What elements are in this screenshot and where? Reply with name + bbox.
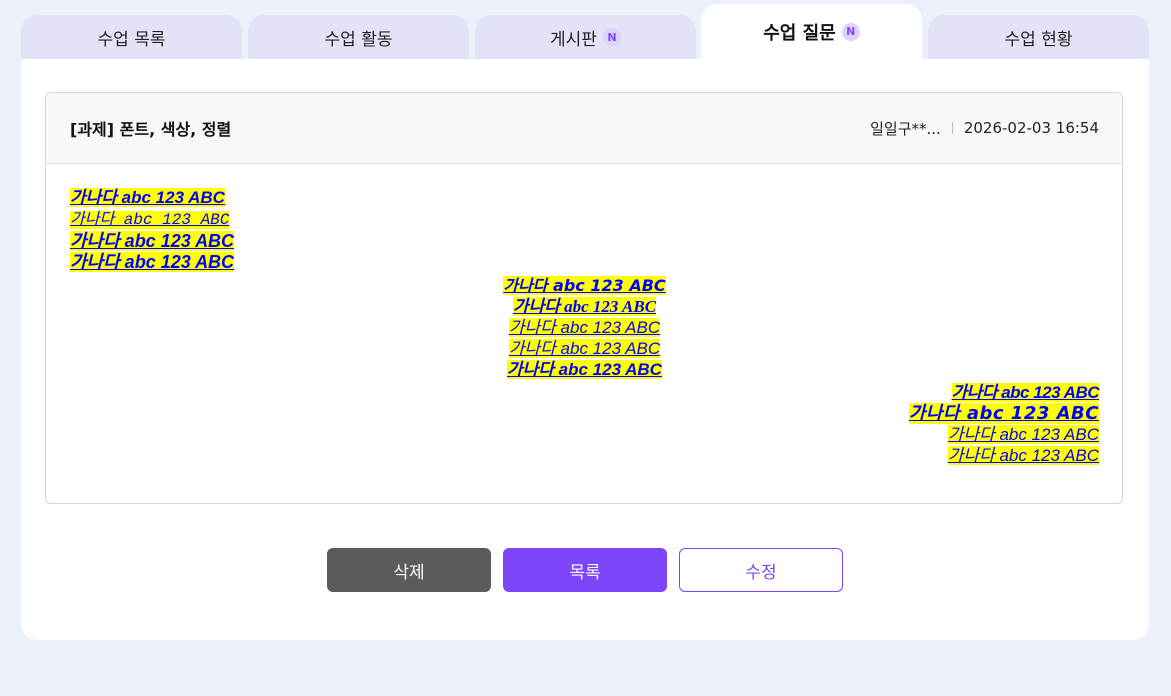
sample-text: 가나다 abc 123 ABC (503, 276, 666, 295)
tab-label: 게시판 (550, 29, 597, 50)
tab-class-list[interactable]: 수업 목록 (21, 15, 242, 59)
tab-label: 수업 질문 (763, 22, 836, 44)
post-meta: 일일구**... 2026-02-03 16:54 (870, 118, 1099, 139)
action-buttons: 삭제 목록 수정 (327, 548, 843, 592)
post-body: 가나다 abc 123 ABC 가나다 abc 123 ABC 가나다 abc … (46, 164, 1122, 466)
sample-text: 가나다 abc 123 ABC (512, 297, 657, 316)
sample-text: 가나다 abc 123 ABC (507, 360, 662, 379)
sample-text: 가나다 abc 123 ABC (508, 339, 661, 358)
left-aligned-samples: 가나다 abc 123 ABC 가나다 abc 123 ABC 가나다 abc … (70, 187, 1099, 273)
center-aligned-samples: 가나다 abc 123 ABC 가나다 abc 123 ABC 가나다 abc … (70, 275, 1099, 380)
tab-label: 수업 활동 (324, 29, 393, 50)
sample-text: 가나다 abc 123 ABC (70, 188, 225, 207)
sample-text: 가나다 abc 123 ABC (508, 318, 661, 337)
post-datetime: 2026-02-03 16:54 (963, 119, 1099, 137)
tab-board[interactable]: 게시판 N (475, 15, 696, 59)
sample-text: 가나다 abc 123 ABC (908, 403, 1099, 424)
new-badge: N (602, 28, 621, 46)
content-panel: [과제] 폰트, 색상, 정렬 일일구**... 2026-02-03 16:5… (21, 59, 1149, 640)
sample-text: 가나다 abc 123 ABC (70, 231, 235, 251)
list-button[interactable]: 목록 (503, 548, 667, 592)
post-title: [과제] 폰트, 색상, 정렬 (70, 120, 232, 139)
post-card: [과제] 폰트, 색상, 정렬 일일구**... 2026-02-03 16:5… (45, 92, 1123, 504)
tab-label: 수업 목록 (97, 29, 166, 50)
meta-divider (951, 122, 953, 134)
sample-text: 가나다 abc 123 ABC (947, 425, 1099, 444)
sample-text: 가나다 abc 123 ABC (70, 211, 230, 229)
sample-text: 가나다 abc 123 ABC (947, 446, 1099, 465)
delete-button[interactable]: 삭제 (327, 548, 491, 592)
tab-label: 수업 현황 (1004, 29, 1073, 50)
post-author: 일일구**... (870, 119, 941, 138)
tab-class-questions[interactable]: 수업 질문 N (701, 4, 922, 59)
tab-class-status[interactable]: 수업 현황 (928, 15, 1149, 59)
tab-class-activity[interactable]: 수업 활동 (248, 15, 469, 59)
sample-text: 가나다 abc 123 ABC (70, 252, 235, 272)
post-header: [과제] 폰트, 색상, 정렬 일일구**... 2026-02-03 16:5… (46, 93, 1122, 164)
sample-text: 가나다 abc 123 ABC (951, 383, 1100, 402)
tab-bar: 수업 목록 수업 활동 게시판 N 수업 질문 N 수업 현황 (21, 4, 1149, 59)
right-aligned-samples: 가나다 abc 123 ABC 가나다 abc 123 ABC 가나다 abc … (70, 382, 1100, 466)
edit-button[interactable]: 수정 (679, 548, 843, 592)
new-badge: N (841, 22, 860, 41)
